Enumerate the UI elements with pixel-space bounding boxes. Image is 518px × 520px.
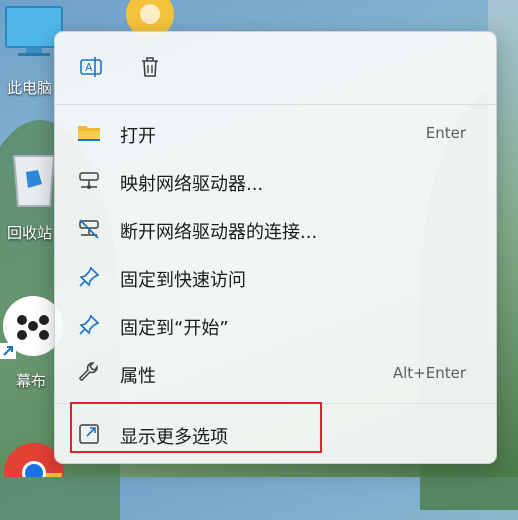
- svg-text:A: A: [85, 61, 93, 74]
- desktop-icon-label: 回收站: [7, 224, 53, 242]
- network-drive-icon: [77, 169, 101, 193]
- menu-item-label: 断开网络驱动器的连接...: [120, 222, 318, 243]
- delete-icon: [142, 57, 158, 77]
- menu-item-label: 属性: [120, 366, 156, 387]
- rename-button[interactable]: A: [74, 50, 108, 84]
- menu-separator: [55, 104, 496, 105]
- menu-item-pin-quick-access[interactable]: 固定到快速访问: [61, 254, 490, 300]
- desktop-icon-label: 幕布: [16, 372, 47, 390]
- context-menu-action-bar: A: [55, 32, 496, 104]
- shortcut-arrow-icon: [0, 343, 16, 359]
- recycle-bin-icon: [12, 155, 56, 207]
- rename-icon: A: [80, 57, 102, 77]
- disconnect-drive-icon: [77, 217, 101, 241]
- context-menu: A 打开 Enter 映射网络驱动器... 断开网络驱动器的连接... 固定到快…: [54, 31, 497, 464]
- menu-item-shortcut: Alt+Enter: [392, 364, 466, 382]
- menu-item-disconnect-network-drive[interactable]: 断开网络驱动器的连接...: [61, 206, 490, 252]
- menu-item-label: 打开: [120, 126, 156, 147]
- pin-icon: [77, 313, 101, 337]
- menu-item-label: 固定到快速访问: [120, 270, 246, 291]
- menu-item-label: 映射网络驱动器...: [120, 174, 264, 195]
- folder-icon: [77, 121, 101, 145]
- wrench-icon: [77, 361, 101, 385]
- menu-item-pin-start[interactable]: 固定到“开始”: [61, 302, 490, 348]
- desktop-icon-label: 此电脑: [7, 79, 53, 97]
- highlight-annotation: [70, 402, 322, 453]
- menu-item-map-network-drive[interactable]: 映射网络驱动器...: [61, 158, 490, 204]
- menu-item-shortcut: Enter: [425, 124, 466, 142]
- menu-item-properties[interactable]: 属性 Alt+Enter: [61, 350, 490, 396]
- menu-item-label: 固定到“开始”: [120, 318, 229, 339]
- delete-button[interactable]: [133, 50, 167, 84]
- pin-icon: [77, 265, 101, 289]
- menu-item-open[interactable]: 打开 Enter: [61, 110, 490, 156]
